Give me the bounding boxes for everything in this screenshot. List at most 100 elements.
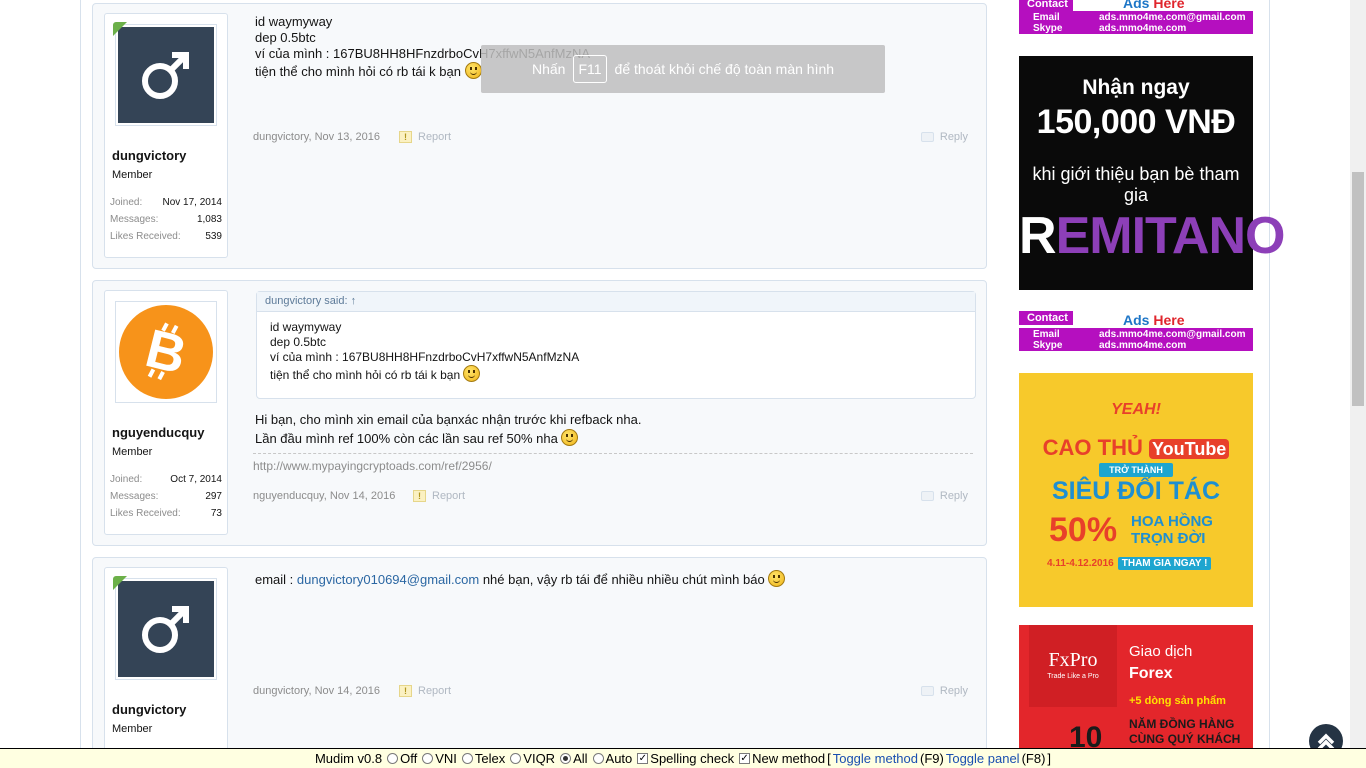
- ad-skype: ads.mmo4me.com: [1099, 23, 1187, 34]
- messages-value[interactable]: 1,083: [197, 214, 222, 231]
- post-author-date[interactable]: dungvictory, Nov 13, 2016: [253, 131, 380, 143]
- ad-fxpro-line3: +5 dòng sản phẩm: [1129, 695, 1226, 707]
- ad-contact-banner[interactable]: Contact Ads Here Email ads.mmo4me.com@gma…: [1019, 311, 1253, 351]
- messages-value[interactable]: 297: [205, 491, 222, 508]
- ad-fxpro-line1: Giao dịch: [1129, 643, 1193, 660]
- message-meta: dungvictory, Nov 13, 2016 ! Report Reply: [253, 131, 976, 147]
- post-3: dungvictory Member email : dungvictory01…: [92, 557, 987, 748]
- signature: http://www.mypayingcryptoads.com/ref/295…: [253, 453, 973, 473]
- ad-remitano-line2: 150,000 VNĐ: [1036, 103, 1236, 141]
- ad-yeah1[interactable]: YEAH! CAO THỦ YouTube TRỞ THÀNH SIÊU ĐỐI…: [1019, 373, 1253, 607]
- ad-skype: ads.mmo4me.com: [1099, 340, 1187, 351]
- reply-button[interactable]: Reply: [920, 490, 968, 502]
- messages-label: Messages:: [110, 491, 159, 502]
- ad-here-label: Ads Here: [1123, 0, 1184, 11]
- ad-remitano[interactable]: Nhận ngay 150,000 VNĐ khi giới thiệu bạn…: [1019, 56, 1285, 290]
- ad-contact-details: Email ads.mmo4me.com@gmail.com Skype ads.m…: [1019, 11, 1253, 34]
- username[interactable]: nguyenducquy: [112, 425, 204, 440]
- avatar[interactable]: [115, 24, 217, 126]
- post-2: B nguyenducquy Member Joined: Oct 7, 2014…: [92, 280, 987, 546]
- post-author[interactable]: nguyenducquy: [253, 490, 324, 502]
- quote-line: ví của mình : 167BU8HH8HFnzdrboCvH7xffwN…: [270, 350, 580, 364]
- ad-here-a: Ads: [1123, 0, 1150, 11]
- toggle-method-key: (F9): [920, 751, 944, 766]
- post-author[interactable]: dungvictory: [253, 685, 308, 697]
- ad-fxpro-line4a: NĂM ĐỒNG HÀNG: [1129, 717, 1235, 731]
- mudim-radio-off[interactable]: [387, 753, 399, 764]
- report-label: Report: [418, 685, 452, 697]
- post-author-date[interactable]: dungvictory, Nov 14, 2016: [253, 685, 380, 697]
- post-date[interactable]: Nov 14, 2016: [315, 685, 380, 697]
- joined-value: Nov 17, 2014: [162, 197, 223, 208]
- scrollbar-thumb[interactable]: [1352, 172, 1364, 406]
- quote-line: dep 0.5btc: [270, 335, 327, 349]
- scroll-to-top-button[interactable]: [1309, 724, 1343, 748]
- quote-attribution[interactable]: dungvictory said: ↑: [257, 292, 975, 312]
- warning-icon: !: [399, 685, 412, 697]
- joined-label: Joined:: [110, 197, 143, 208]
- user-stats: Joined: Oct 7, 2014 Messages: 297 Likes Re…: [110, 474, 222, 525]
- fullscreen-exit-notice: Nhấn F11 để thoát khỏi chế độ toàn màn h…: [481, 45, 885, 93]
- reply-icon: [920, 132, 934, 142]
- ad-contact-tag: Contact: [1019, 0, 1073, 11]
- ad-here-a: Ads: [1123, 312, 1150, 328]
- message-user-info: dungvictory Member Joined: Nov 17, 2014 M…: [104, 13, 228, 258]
- username[interactable]: dungvictory: [112, 702, 186, 717]
- mudim-version: Mudim v0.8: [314, 751, 383, 766]
- ad-yeah-line5a: HOA HỒNG: [1131, 513, 1213, 530]
- fxpro-logo: FxPro Trade Like a Pro: [1029, 625, 1117, 707]
- toggle-panel-link[interactable]: Toggle panel: [946, 751, 1020, 766]
- youtube-logo-icon: YouTube: [1149, 439, 1230, 459]
- mudim-radio-viqr[interactable]: [510, 753, 522, 764]
- username[interactable]: dungvictory: [112, 148, 186, 163]
- ad-fxpro-line4b: CÙNG QUÝ KHÁCH: [1129, 732, 1241, 746]
- mudim-radio-telex[interactable]: [461, 753, 473, 764]
- mudim-radio-vni[interactable]: [422, 753, 434, 764]
- post-author[interactable]: dungvictory: [253, 131, 308, 143]
- signature-link[interactable]: http://www.mypayingcryptoads.com/ref/295…: [253, 459, 492, 473]
- mudim-radio-all[interactable]: [560, 753, 572, 764]
- ad-email: ads.mmo4me.com@gmail.com: [1099, 12, 1246, 23]
- toggle-method-link[interactable]: Toggle method: [833, 751, 918, 766]
- quote-line: tiện thể cho mình hỏi có rb tái k bạn: [270, 365, 962, 383]
- message-line: email : dungvictory010694@gmail.com nhé …: [255, 570, 976, 588]
- user-stats: Joined: Nov 17, 2014 Messages: 1,083 Likes…: [110, 197, 222, 248]
- ad-remitano-logo-r: R: [1019, 207, 1057, 265]
- new-method-checkbox[interactable]: ✓: [739, 753, 751, 764]
- mudim-radio-auto[interactable]: [592, 753, 604, 764]
- user-title: Member: [112, 169, 153, 181]
- post-date[interactable]: Nov 14, 2016: [330, 490, 395, 502]
- bracket-close: ]: [1047, 751, 1052, 766]
- reply-button[interactable]: Reply: [920, 131, 968, 143]
- smile-icon: [463, 365, 481, 382]
- avatar[interactable]: B: [115, 301, 217, 403]
- quote-block: dungvictory said: ↑ id waymyway dep 0.5b…: [256, 291, 976, 399]
- ad-here-b: Here: [1153, 0, 1185, 11]
- report-button[interactable]: ! Report: [399, 685, 451, 697]
- avatar[interactable]: [115, 578, 217, 680]
- page-scrollbar[interactable]: [1350, 0, 1366, 748]
- notice-text-post: để thoát khỏi chế độ toàn màn hình: [614, 61, 835, 77]
- email-link[interactable]: dungvictory010694@gmail.com: [297, 572, 479, 587]
- reply-button[interactable]: Reply: [920, 685, 968, 697]
- post-date[interactable]: Nov 13, 2016: [315, 131, 380, 143]
- ad-contact-banner[interactable]: Contact Ads Here Email ads.mmo4me.com@gma…: [1019, 0, 1253, 34]
- message-text: email : dungvictory010694@gmail.com nhé …: [255, 570, 976, 588]
- message-meta: nguyenducquy, Nov 14, 2016 ! Report Reply: [253, 490, 976, 506]
- spelling-check-checkbox[interactable]: ✓: [637, 753, 649, 764]
- fxpro-name: FxPro: [1048, 649, 1098, 671]
- user-title: Member: [112, 723, 153, 735]
- mudim-option-label: VIQR: [523, 751, 556, 766]
- fxpro-slogan: Trade Like a Pro: [1047, 673, 1099, 680]
- f11-key-badge: F11: [573, 55, 607, 83]
- post-author-date[interactable]: nguyenducquy, Nov 14, 2016: [253, 490, 395, 502]
- ad-fxpro[interactable]: FxPro Trade Like a Pro Giao dịch Forex +…: [1019, 625, 1253, 748]
- report-label: Report: [418, 131, 452, 143]
- ad-remitano-line3: khi giới thiệu bạn bè tham gia: [1032, 164, 1240, 205]
- ad-yeah-percent: 50%: [1049, 511, 1118, 549]
- report-button[interactable]: ! Report: [413, 490, 465, 502]
- message-line-text: nhé bạn, vậy rb tái để nhiều nhiều chút …: [479, 572, 765, 587]
- report-button[interactable]: ! Report: [399, 131, 451, 143]
- ad-remitano-logo-rest: EMITANO: [1055, 207, 1286, 265]
- ad-email-label: Email: [1033, 329, 1060, 340]
